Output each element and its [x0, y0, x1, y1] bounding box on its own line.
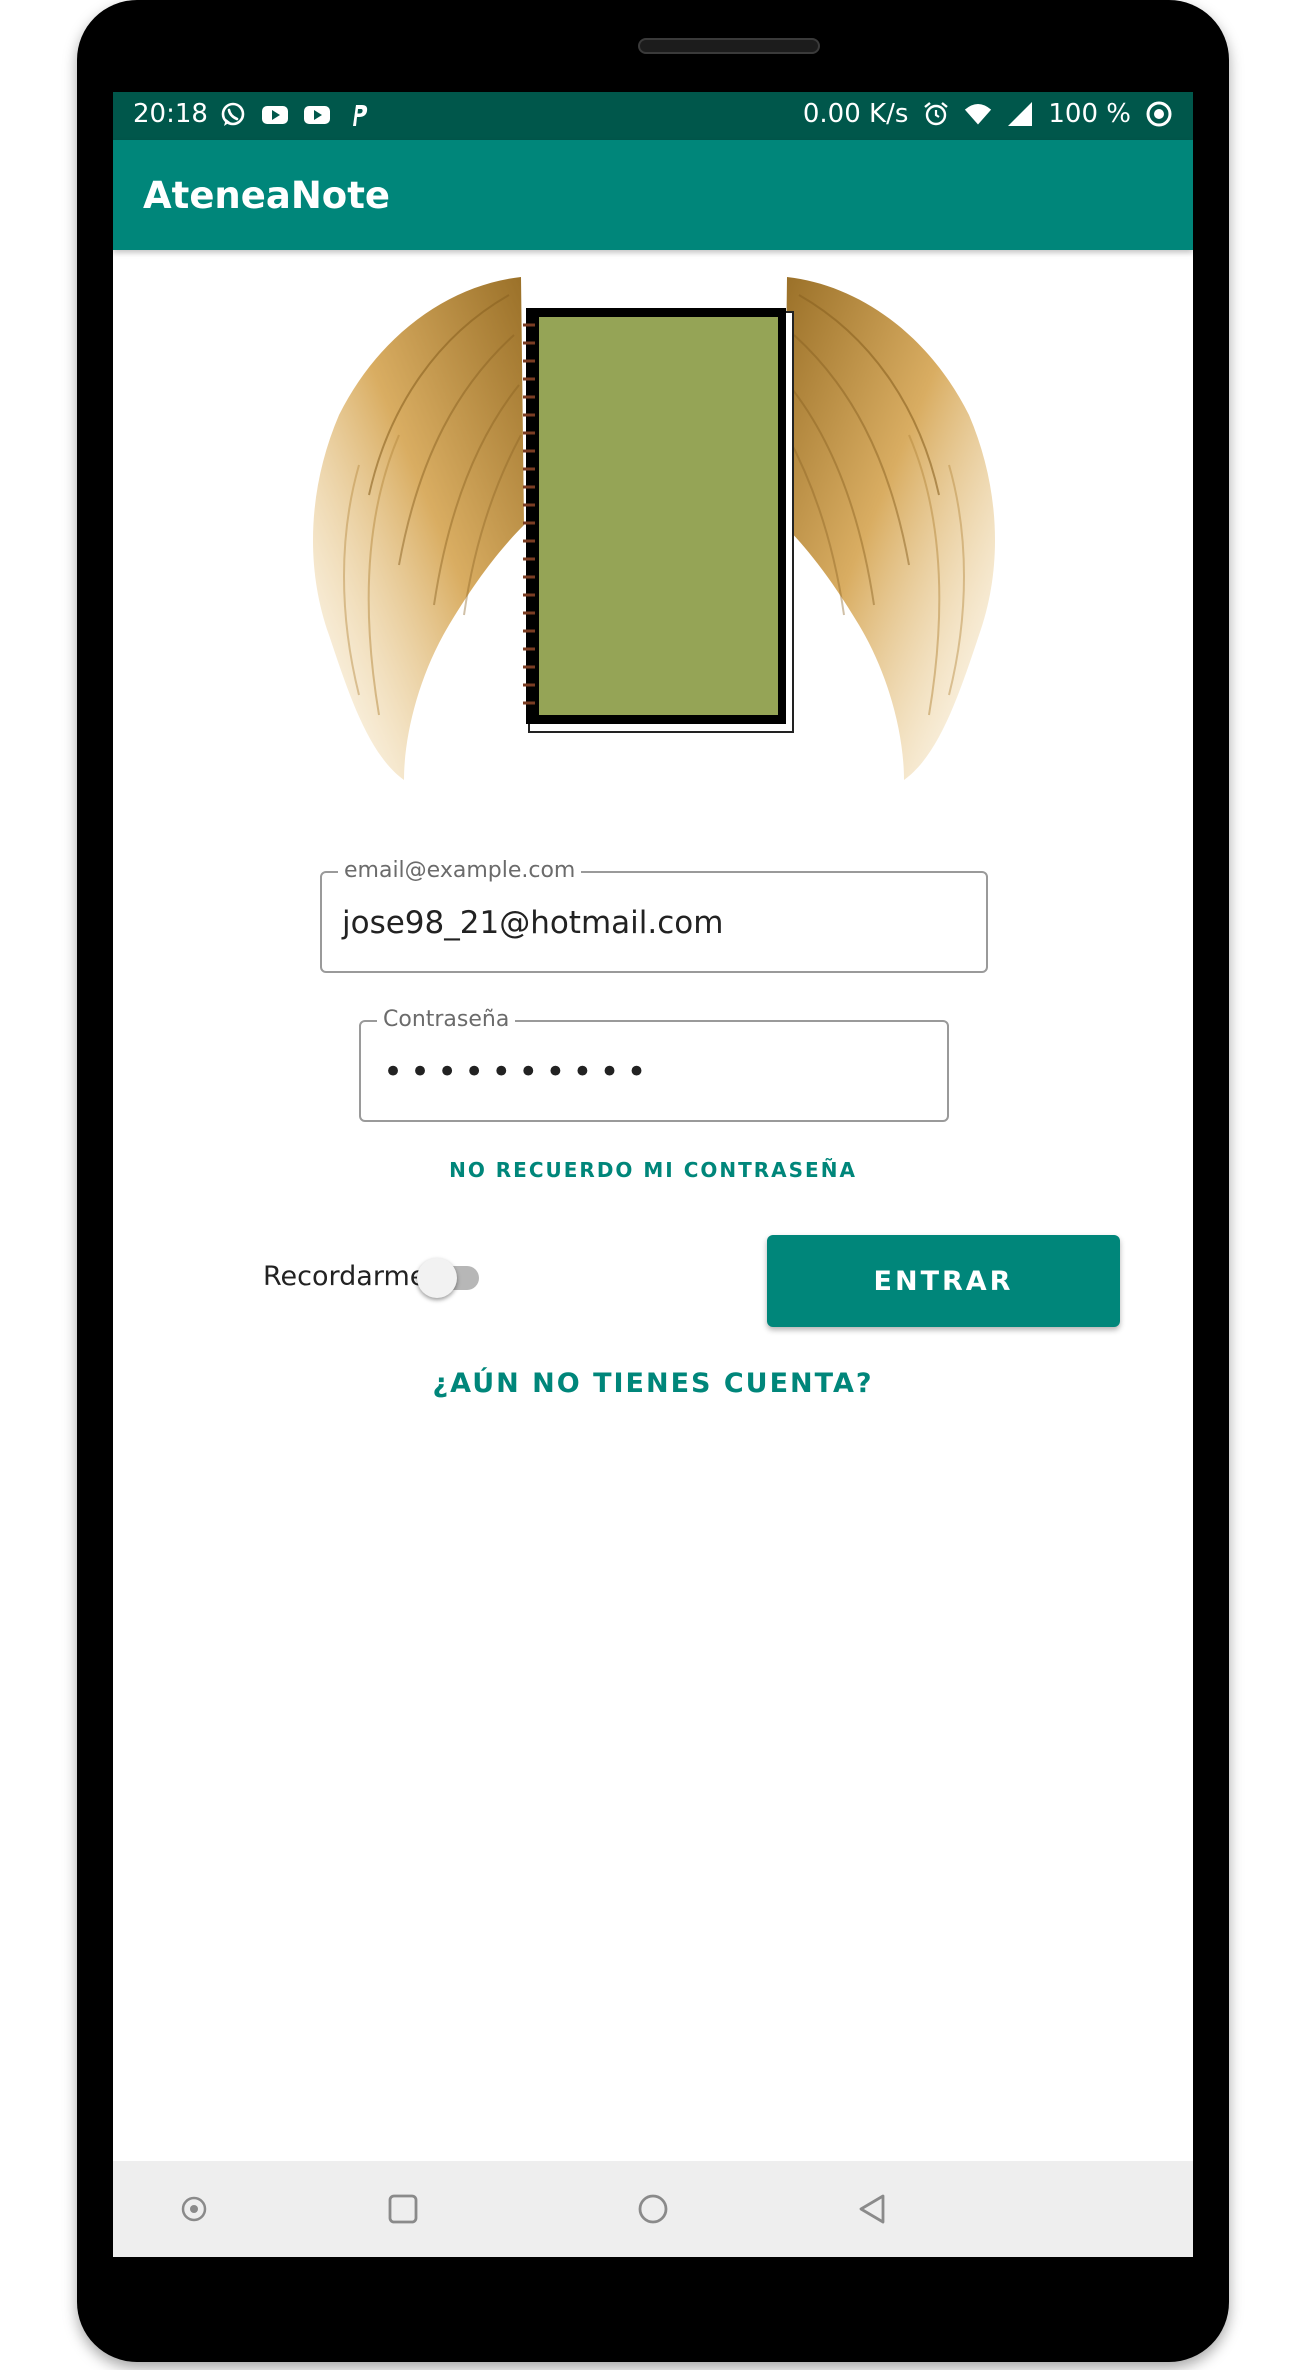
screen: 20:18 0.00 K/s 100 % AteneaNote email@ex… [113, 92, 1193, 2257]
remember-me-toggle[interactable] [417, 1256, 481, 1300]
password-field-value: •••••••••• [383, 1052, 654, 1092]
signup-link[interactable]: ¿AÚN NO TIENES CUENTA? [113, 1368, 1193, 1399]
recents-icon[interactable] [383, 2189, 423, 2229]
back-icon[interactable] [853, 2189, 893, 2229]
home-icon[interactable] [633, 2189, 673, 2229]
remember-me-label: Recordarme [263, 1261, 427, 1292]
youtube-icon [262, 106, 288, 124]
password-field-label: Contraseña [377, 1007, 516, 1033]
alarm-icon [924, 102, 949, 126]
app-title: AteneaNote [143, 174, 390, 217]
battery-saver-icon [1146, 101, 1172, 127]
app-logo [312, 277, 996, 780]
battery-level: 100 % [1048, 99, 1131, 129]
youtube-icon [304, 106, 330, 124]
notification-icons [219, 101, 373, 129]
network-speed: 0.00 K/s [802, 99, 909, 129]
toggle-thumb [417, 1258, 457, 1298]
status-bar: 20:18 0.00 K/s 100 % [113, 92, 1193, 140]
email-field-value: jose98_21@hotmail.com [342, 905, 724, 941]
wifi-icon [965, 103, 992, 125]
status-right: 0.00 K/s 100 % [803, 99, 1173, 129]
signal-icon [1008, 102, 1033, 126]
app-bar: AteneaNote [113, 140, 1193, 250]
forgot-password-link[interactable]: NO RECUERDO MI CONTRASEÑA [113, 1158, 1193, 1182]
password-field[interactable]: Contraseña •••••••••• [359, 1007, 949, 1122]
status-time: 20:18 [133, 99, 208, 129]
earpiece-speaker [638, 38, 820, 54]
notebook-icon [523, 308, 794, 733]
assistant-icon[interactable] [174, 2189, 214, 2229]
left-wing [312, 277, 524, 780]
whatsapp-icon [221, 102, 245, 126]
enter-button[interactable]: ENTRAR [767, 1235, 1120, 1327]
email-field[interactable]: email@example.com jose98_21@hotmail.com [320, 858, 988, 973]
right-wing [784, 277, 996, 780]
paypal-icon [353, 105, 368, 126]
email-field-label: email@example.com [338, 858, 582, 884]
navigation-bar [113, 2161, 1193, 2257]
enter-button-label: ENTRAR [873, 1265, 1014, 1297]
